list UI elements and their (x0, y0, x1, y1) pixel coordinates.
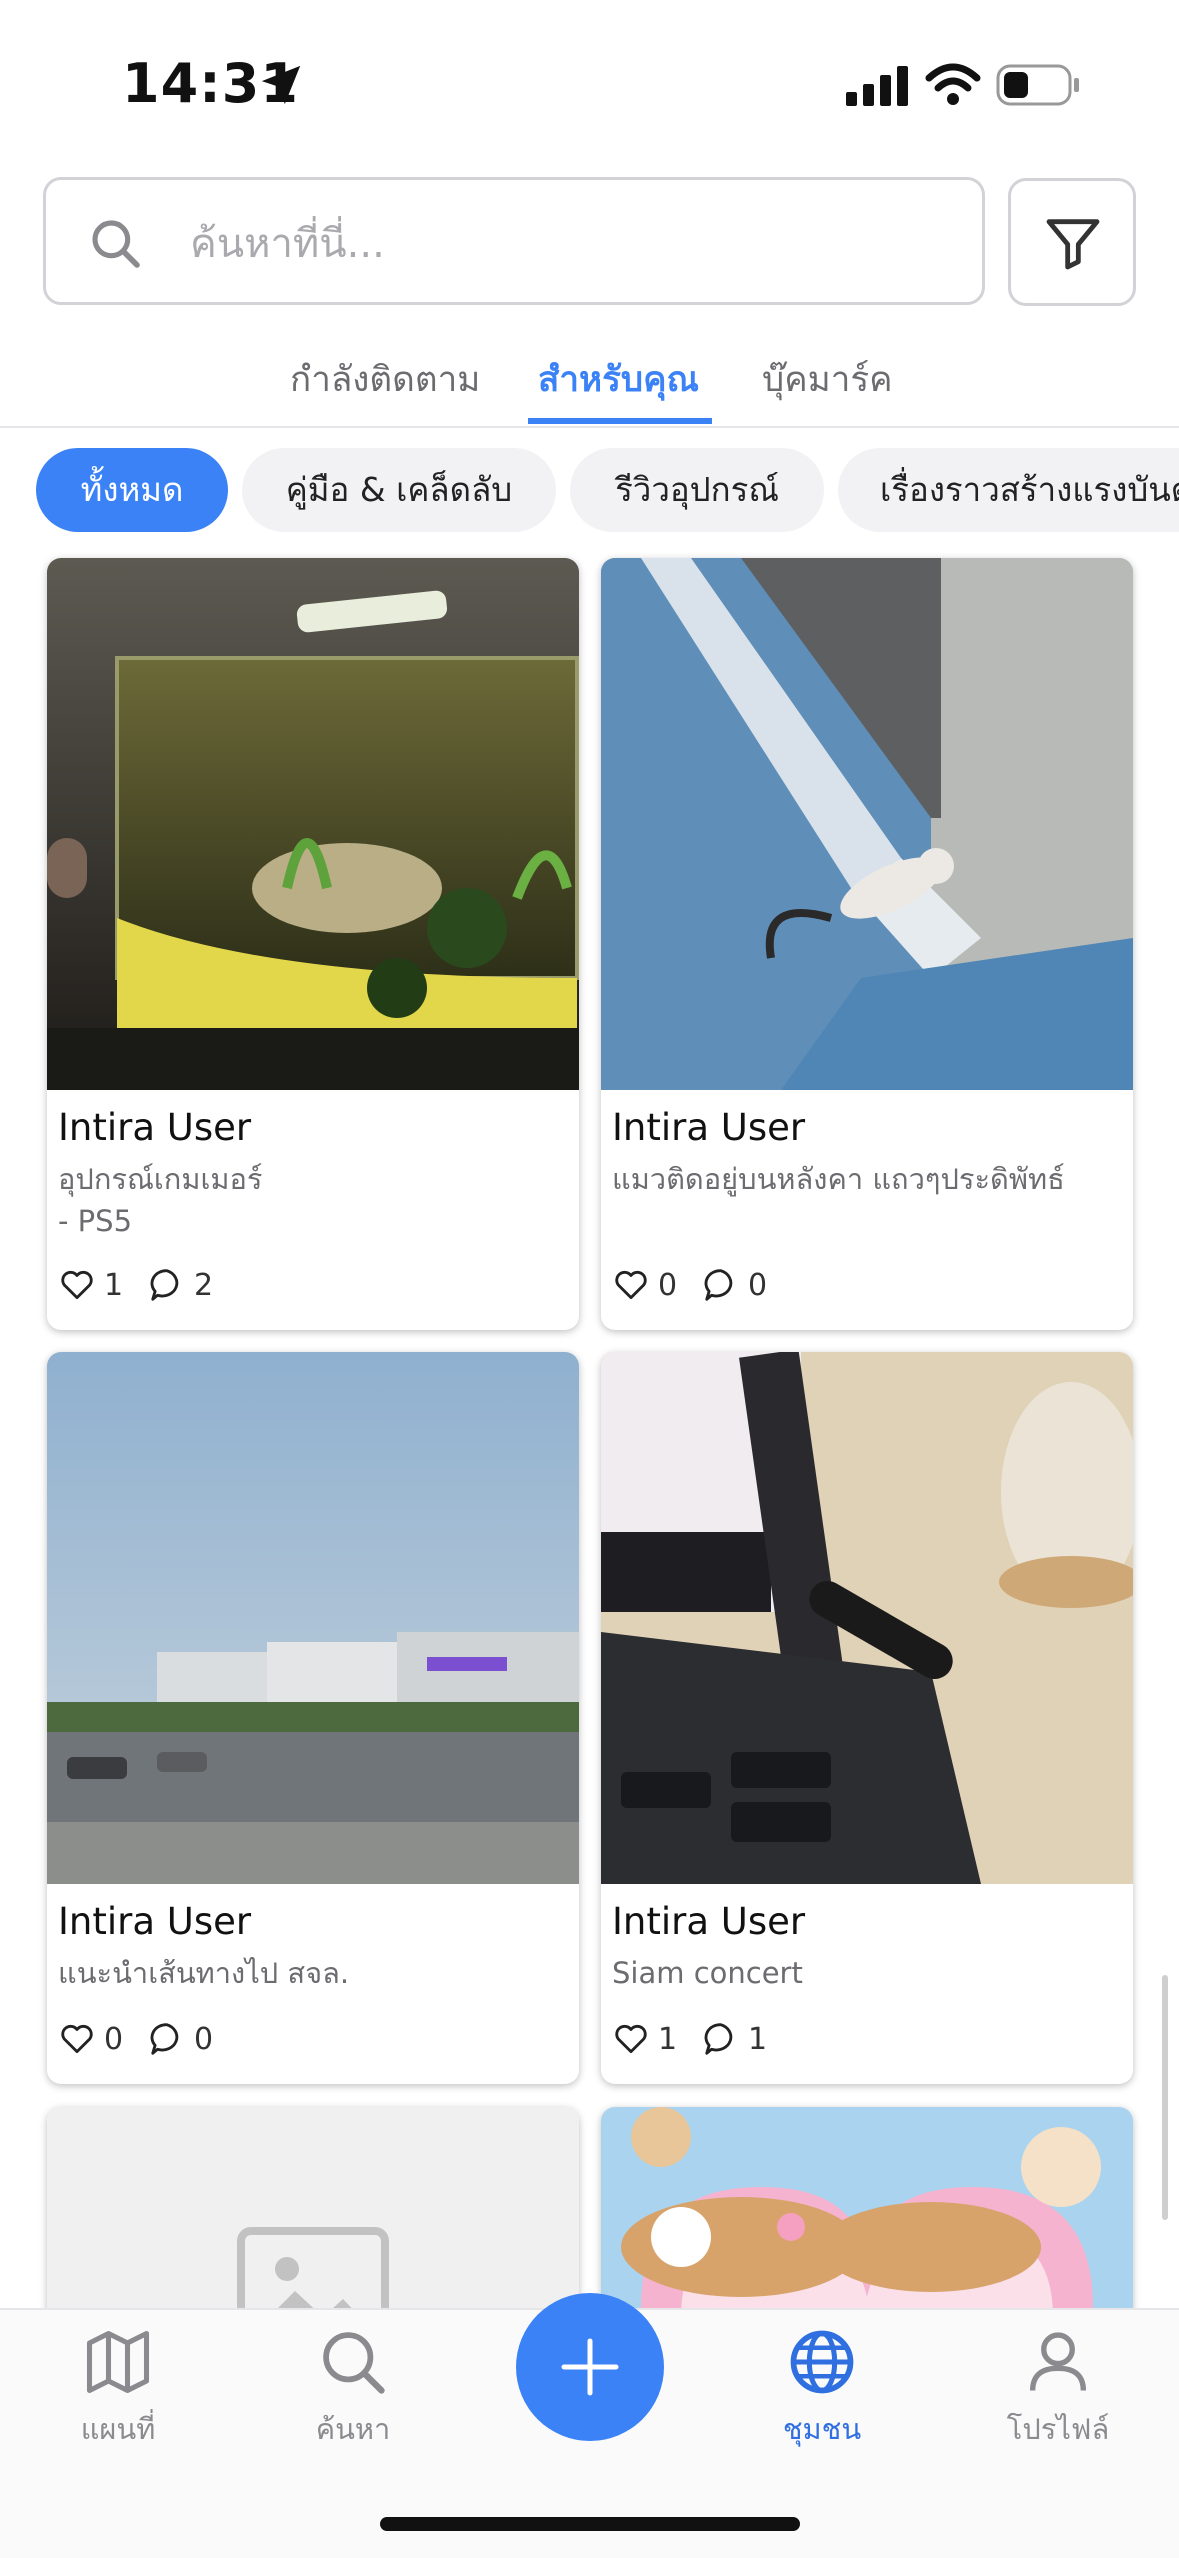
category-chips: ทั้งหมด คู่มือ & เคล็ดลับ รีวิวอุปกรณ์ เ… (0, 448, 1179, 532)
post-author[interactable]: Intira User (612, 1900, 805, 1943)
create-post-button[interactable] (516, 2293, 664, 2441)
profile-icon (1029, 2332, 1087, 2391)
nav-map[interactable]: แผนที่ (48, 2324, 188, 2452)
globe-icon (790, 2330, 854, 2394)
like-button[interactable]: 0 (58, 2020, 123, 2058)
post-description-line: แมวติดอยู่บนหลังคา แถวๆประดิพัทธ์ (612, 1162, 1065, 1196)
like-count: 1 (104, 1267, 124, 1303)
nav-community[interactable]: ชุมชน (752, 2324, 892, 2452)
post-photo-laptop-keyboard[interactable] (601, 1352, 1133, 1884)
search-input[interactable] (188, 204, 952, 284)
comment-icon (150, 2023, 179, 2055)
post-description: อุปกรณ์เกมเมอร์ - PS5 (58, 1158, 558, 1242)
post-description: Siam concert (612, 1952, 1112, 1994)
post-description: แนะนำเส้นทางไป สจล. (58, 1952, 558, 1994)
nav-search-label: ค้นหา (315, 2412, 391, 2446)
heart-icon (615, 1270, 647, 1300)
comment-button[interactable]: 0 (148, 2020, 213, 2058)
comment-count: 0 (194, 2021, 214, 2057)
nav-profile-label: โปรไฟล์ (1006, 2412, 1110, 2446)
post-card[interactable]: Intira User อุปกรณ์เกมเมอร์ - PS5 1 2 (47, 558, 579, 1330)
comment-icon (150, 1269, 179, 1301)
post-author[interactable]: Intira User (58, 1106, 251, 1149)
filter-icon (1046, 219, 1100, 270)
post-author[interactable]: Intira User (58, 1900, 251, 1943)
status-bar: 14:31 (0, 0, 1179, 160)
like-count: 0 (658, 1267, 678, 1303)
plus-icon (561, 2338, 619, 2396)
filter-button[interactable] (1008, 178, 1136, 306)
chip-all[interactable]: ทั้งหมด (36, 448, 228, 532)
search-box[interactable] (43, 177, 985, 305)
heart-icon (615, 2024, 647, 2054)
nav-community-label: ชุมชน (782, 2412, 862, 2446)
chip-guides-tips[interactable]: คู่มือ & เคล็ดลับ (242, 448, 556, 532)
tab-for-you[interactable]: สำหรับคุณ (538, 352, 699, 407)
chip-equipment-review[interactable]: รีวิวอุปกรณ์ (570, 448, 824, 532)
comment-count: 2 (194, 1267, 214, 1303)
tab-following[interactable]: กำลังติดตาม (290, 352, 480, 407)
comment-button[interactable]: 1 (702, 2020, 767, 2058)
post-card[interactable]: Intira User Siam concert 1 1 (601, 1352, 1133, 2084)
battery-icon (996, 64, 1079, 106)
comment-count: 0 (748, 1267, 768, 1303)
search-icon (323, 2332, 385, 2394)
post-description-line: - PS5 (58, 1204, 133, 1238)
cellular-signal-icon (846, 66, 908, 106)
post-photo-aquarium[interactable] (47, 558, 579, 1090)
post-description-line: อุปกรณ์เกมเมอร์ (58, 1162, 263, 1196)
home-indicator (380, 2517, 800, 2531)
post-photo-highway-sky[interactable] (47, 1352, 579, 1884)
feed-tabs: กำลังติดตาม สำหรับคุณ บุ๊คมาร์ค (0, 330, 1179, 428)
post-card[interactable]: Intira User แมวติดอยู่บนหลังคา แถวๆประดิ… (601, 558, 1133, 1330)
like-button[interactable]: 1 (58, 1266, 123, 1304)
nav-profile[interactable]: โปรไฟล์ (988, 2324, 1128, 2452)
heart-icon (61, 1270, 93, 1300)
map-icon (86, 2330, 150, 2394)
chip-inspiring-stories[interactable]: เรื่องราวสร้างแรงบันดาลใจ (838, 448, 1179, 532)
location-arrow-icon (261, 65, 301, 105)
like-count: 1 (658, 2021, 678, 2057)
wifi-icon (925, 63, 981, 105)
post-description-line: Siam concert (612, 1956, 803, 1990)
like-button[interactable]: 1 (612, 2020, 677, 2058)
active-tab-indicator (528, 418, 712, 424)
post-photo-cat-on-roof[interactable] (601, 558, 1133, 1090)
comment-icon (704, 1269, 733, 1301)
nav-map-label: แผนที่ (80, 2412, 156, 2446)
nav-search[interactable]: ค้นหา (283, 2324, 423, 2452)
tab-bookmarks[interactable]: บุ๊คมาร์ค (762, 352, 893, 407)
post-card[interactable]: Intira User แนะนำเส้นทางไป สจล. 0 0 (47, 1352, 579, 2084)
comment-count: 1 (748, 2021, 768, 2057)
comment-icon (704, 2023, 733, 2055)
search-icon (92, 220, 140, 268)
post-description-line: แนะนำเส้นทางไป สจล. (58, 1956, 350, 1990)
like-count: 0 (104, 2021, 124, 2057)
heart-icon (61, 2024, 93, 2054)
comment-button[interactable]: 0 (702, 1266, 767, 1304)
post-author[interactable]: Intira User (612, 1106, 805, 1149)
like-button[interactable]: 0 (612, 1266, 677, 1304)
comment-button[interactable]: 2 (148, 1266, 213, 1304)
post-description: แมวติดอยู่บนหลังคา แถวๆประดิพัทธ์ (612, 1158, 1112, 1200)
scroll-indicator (1162, 1975, 1168, 2220)
